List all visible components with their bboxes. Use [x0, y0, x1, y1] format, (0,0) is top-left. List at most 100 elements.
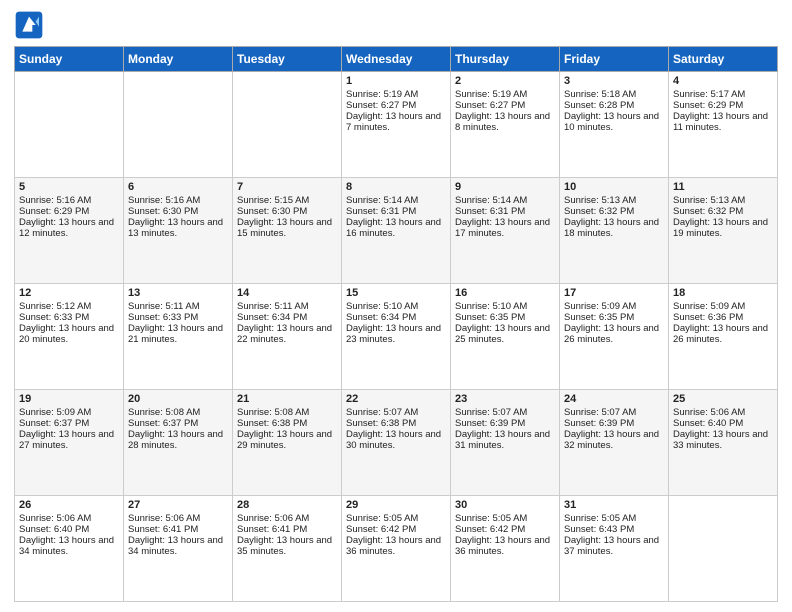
- day-info-line: Sunset: 6:28 PM: [564, 100, 664, 111]
- day-cell: 31Sunrise: 5:05 AMSunset: 6:43 PMDayligh…: [560, 496, 669, 602]
- day-info-line: Sunrise: 5:12 AM: [19, 301, 119, 312]
- day-info-line: Sunrise: 5:19 AM: [346, 89, 446, 100]
- day-number: 15: [346, 287, 446, 299]
- day-info-line: Sunrise: 5:08 AM: [128, 407, 228, 418]
- day-number: 2: [455, 75, 555, 87]
- day-cell: 18Sunrise: 5:09 AMSunset: 6:36 PMDayligh…: [669, 284, 778, 390]
- day-info-line: Sunset: 6:37 PM: [128, 418, 228, 429]
- header-day: Wednesday: [342, 47, 451, 72]
- day-cell: 17Sunrise: 5:09 AMSunset: 6:35 PMDayligh…: [560, 284, 669, 390]
- week-row: 5Sunrise: 5:16 AMSunset: 6:29 PMDaylight…: [15, 178, 778, 284]
- day-number: 13: [128, 287, 228, 299]
- day-cell: 20Sunrise: 5:08 AMSunset: 6:37 PMDayligh…: [124, 390, 233, 496]
- day-number: 16: [455, 287, 555, 299]
- day-info-line: Sunrise: 5:18 AM: [564, 89, 664, 100]
- day-cell: 22Sunrise: 5:07 AMSunset: 6:38 PMDayligh…: [342, 390, 451, 496]
- day-cell: 15Sunrise: 5:10 AMSunset: 6:34 PMDayligh…: [342, 284, 451, 390]
- day-cell: 4Sunrise: 5:17 AMSunset: 6:29 PMDaylight…: [669, 72, 778, 178]
- day-number: 25: [673, 393, 773, 405]
- day-info-line: Daylight: 13 hours and 18 minutes.: [564, 217, 664, 239]
- day-info-line: Sunset: 6:36 PM: [673, 312, 773, 323]
- day-info-line: Sunrise: 5:10 AM: [455, 301, 555, 312]
- day-info-line: Sunset: 6:42 PM: [346, 524, 446, 535]
- day-cell: 28Sunrise: 5:06 AMSunset: 6:41 PMDayligh…: [233, 496, 342, 602]
- day-info-line: Daylight: 13 hours and 16 minutes.: [346, 217, 446, 239]
- day-info-line: Sunset: 6:39 PM: [455, 418, 555, 429]
- day-cell: [669, 496, 778, 602]
- day-info-line: Sunrise: 5:15 AM: [237, 195, 337, 206]
- day-number: 9: [455, 181, 555, 193]
- day-info-line: Sunset: 6:32 PM: [564, 206, 664, 217]
- day-info-line: Daylight: 13 hours and 33 minutes.: [673, 429, 773, 451]
- day-info-line: Daylight: 13 hours and 21 minutes.: [128, 323, 228, 345]
- week-row: 19Sunrise: 5:09 AMSunset: 6:37 PMDayligh…: [15, 390, 778, 496]
- day-cell: [15, 72, 124, 178]
- day-info-line: Daylight: 13 hours and 37 minutes.: [564, 535, 664, 557]
- day-info-line: Sunset: 6:33 PM: [19, 312, 119, 323]
- day-cell: 25Sunrise: 5:06 AMSunset: 6:40 PMDayligh…: [669, 390, 778, 496]
- day-number: 31: [564, 499, 664, 511]
- day-info-line: Daylight: 13 hours and 11 minutes.: [673, 111, 773, 133]
- day-cell: 13Sunrise: 5:11 AMSunset: 6:33 PMDayligh…: [124, 284, 233, 390]
- day-number: 1: [346, 75, 446, 87]
- header-day: Monday: [124, 47, 233, 72]
- day-cell: 9Sunrise: 5:14 AMSunset: 6:31 PMDaylight…: [451, 178, 560, 284]
- day-info-line: Sunset: 6:41 PM: [237, 524, 337, 535]
- day-cell: 7Sunrise: 5:15 AMSunset: 6:30 PMDaylight…: [233, 178, 342, 284]
- day-number: 4: [673, 75, 773, 87]
- day-info-line: Daylight: 13 hours and 22 minutes.: [237, 323, 337, 345]
- calendar-body: 1Sunrise: 5:19 AMSunset: 6:27 PMDaylight…: [15, 72, 778, 602]
- day-info-line: Daylight: 13 hours and 12 minutes.: [19, 217, 119, 239]
- day-info-line: Sunset: 6:42 PM: [455, 524, 555, 535]
- day-info-line: Daylight: 13 hours and 13 minutes.: [128, 217, 228, 239]
- day-info-line: Sunset: 6:40 PM: [19, 524, 119, 535]
- day-cell: 30Sunrise: 5:05 AMSunset: 6:42 PMDayligh…: [451, 496, 560, 602]
- day-number: 3: [564, 75, 664, 87]
- day-cell: 8Sunrise: 5:14 AMSunset: 6:31 PMDaylight…: [342, 178, 451, 284]
- day-cell: 26Sunrise: 5:06 AMSunset: 6:40 PMDayligh…: [15, 496, 124, 602]
- day-info-line: Daylight: 13 hours and 28 minutes.: [128, 429, 228, 451]
- day-number: 21: [237, 393, 337, 405]
- day-info-line: Sunset: 6:34 PM: [346, 312, 446, 323]
- day-info-line: Sunset: 6:30 PM: [128, 206, 228, 217]
- day-info-line: Daylight: 13 hours and 36 minutes.: [455, 535, 555, 557]
- day-info-line: Sunset: 6:37 PM: [19, 418, 119, 429]
- day-cell: 6Sunrise: 5:16 AMSunset: 6:30 PMDaylight…: [124, 178, 233, 284]
- day-info-line: Sunrise: 5:06 AM: [128, 513, 228, 524]
- day-info-line: Sunrise: 5:06 AM: [237, 513, 337, 524]
- day-cell: 11Sunrise: 5:13 AMSunset: 6:32 PMDayligh…: [669, 178, 778, 284]
- day-cell: 3 Sunrise: 5:18 AMSunset: 6:28 PMDaylight…: [560, 72, 669, 178]
- week-row: 26Sunrise: 5:06 AMSunset: 6:40 PMDayligh…: [15, 496, 778, 602]
- day-number: 6: [128, 181, 228, 193]
- day-cell: 16Sunrise: 5:10 AMSunset: 6:35 PMDayligh…: [451, 284, 560, 390]
- calendar-header: SundayMondayTuesdayWednesdayThursdayFrid…: [15, 47, 778, 72]
- day-cell: 19Sunrise: 5:09 AMSunset: 6:37 PMDayligh…: [15, 390, 124, 496]
- day-cell: [124, 72, 233, 178]
- day-info-line: Daylight: 13 hours and 10 minutes.: [564, 111, 664, 133]
- day-info-line: Sunrise: 5:09 AM: [673, 301, 773, 312]
- day-info-line: Daylight: 13 hours and 29 minutes.: [237, 429, 337, 451]
- logo: [14, 10, 48, 40]
- day-number: 14: [237, 287, 337, 299]
- day-cell: 27Sunrise: 5:06 AMSunset: 6:41 PMDayligh…: [124, 496, 233, 602]
- page: SundayMondayTuesdayWednesdayThursdayFrid…: [0, 0, 792, 612]
- day-info-line: Sunset: 6:27 PM: [455, 100, 555, 111]
- day-info-line: Sunrise: 5:11 AM: [237, 301, 337, 312]
- day-info-line: Daylight: 13 hours and 17 minutes.: [455, 217, 555, 239]
- day-cell: [233, 72, 342, 178]
- day-info-line: Sunset: 6:38 PM: [237, 418, 337, 429]
- day-info-line: Sunrise: 5:16 AM: [19, 195, 119, 206]
- day-number: 23: [455, 393, 555, 405]
- day-info-line: Daylight: 13 hours and 32 minutes.: [564, 429, 664, 451]
- day-number: 11: [673, 181, 773, 193]
- day-info-line: Sunset: 6:31 PM: [346, 206, 446, 217]
- day-info-line: Sunrise: 5:11 AM: [128, 301, 228, 312]
- day-info-line: Sunset: 6:32 PM: [673, 206, 773, 217]
- day-info-line: Daylight: 13 hours and 20 minutes.: [19, 323, 119, 345]
- header-day: Tuesday: [233, 47, 342, 72]
- day-number: 18: [673, 287, 773, 299]
- day-info-line: Sunrise: 5:13 AM: [673, 195, 773, 206]
- day-info-line: Sunset: 6:38 PM: [346, 418, 446, 429]
- day-info-line: Sunset: 6:27 PM: [346, 100, 446, 111]
- day-info-line: Sunrise: 5:07 AM: [564, 407, 664, 418]
